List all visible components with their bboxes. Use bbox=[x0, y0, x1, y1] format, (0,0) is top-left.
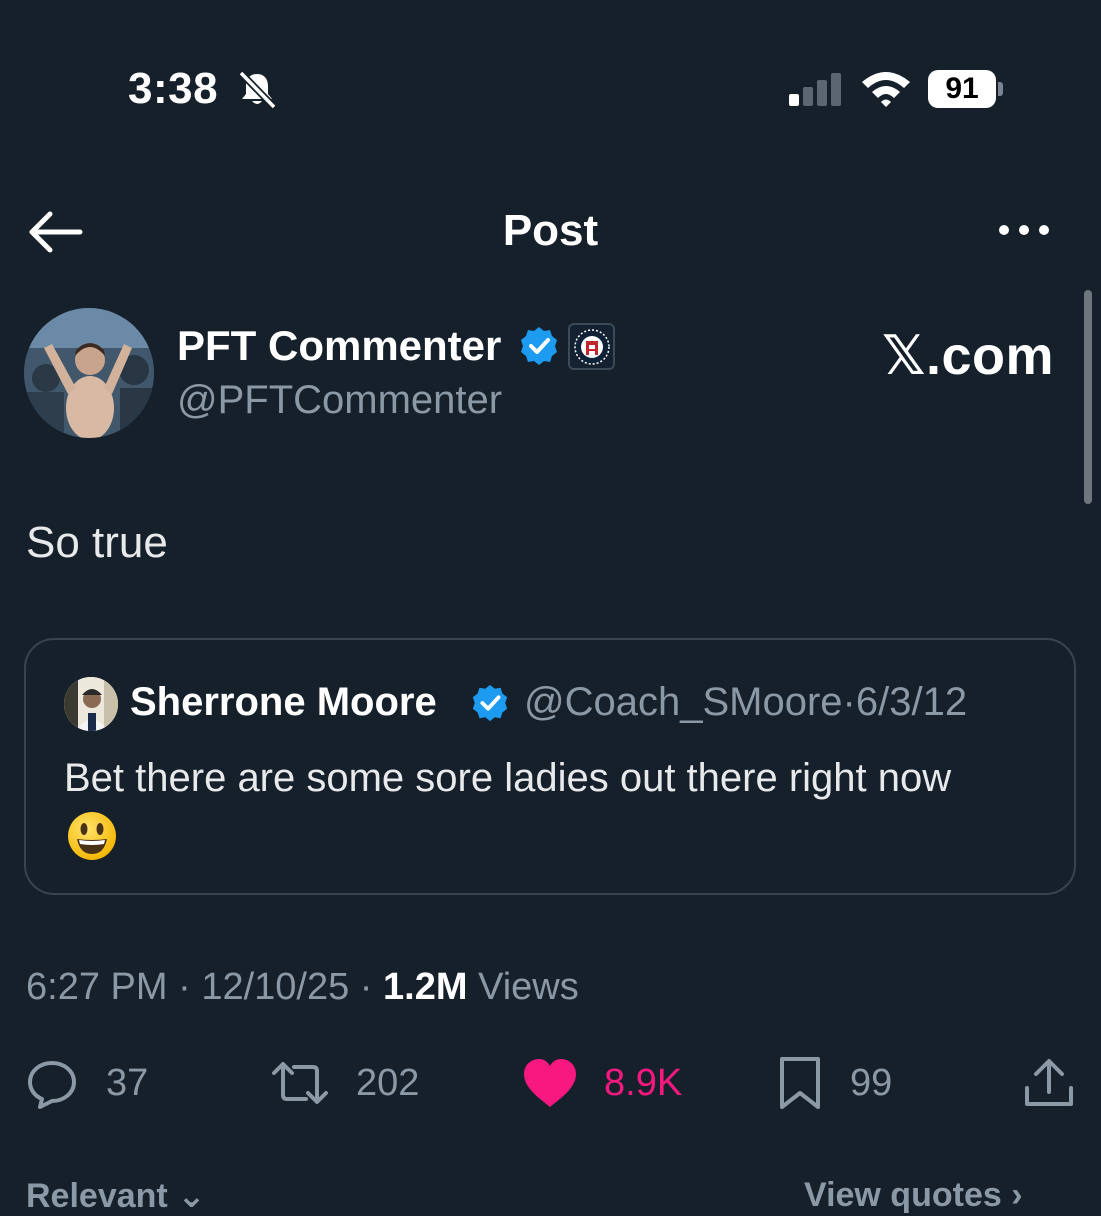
quote-separator: · bbox=[842, 680, 856, 724]
sort-label: Relevant bbox=[26, 1177, 168, 1215]
repost-button[interactable]: 202 bbox=[270, 1054, 419, 1112]
battery-indicator: 91 bbox=[928, 70, 1004, 108]
like-count: 8.9K bbox=[604, 1061, 683, 1104]
quote-meta: @Coach_SMoore·6/3/12 bbox=[524, 680, 967, 725]
barstool-logo-icon bbox=[573, 328, 610, 365]
post-metadata: 6:27 PM · 12/10/25 · 1.2M Views bbox=[26, 966, 579, 1009]
view-quotes-label: View quotes bbox=[804, 1176, 1002, 1214]
like-button[interactable]: 8.9K bbox=[522, 1054, 682, 1112]
post-text: So true bbox=[26, 518, 168, 567]
quote-date: 6/3/12 bbox=[855, 680, 968, 724]
meta-separator: · bbox=[178, 966, 191, 1008]
watermark: 𝕏.com bbox=[882, 326, 1055, 386]
share-icon[interactable] bbox=[1022, 1056, 1076, 1110]
view-quotes-link[interactable]: View quotes › bbox=[804, 1176, 1023, 1215]
page-title: Post bbox=[502, 206, 599, 255]
quote-author-avatar[interactable] bbox=[64, 677, 118, 731]
reply-count: 37 bbox=[106, 1061, 149, 1104]
views-label[interactable]: Views bbox=[478, 966, 579, 1008]
repost-icon bbox=[272, 1062, 328, 1104]
grinning-face-emoji-icon bbox=[68, 812, 116, 860]
reply-icon bbox=[28, 1061, 76, 1109]
affiliate-badge[interactable] bbox=[568, 323, 615, 370]
scrollbar[interactable] bbox=[1084, 290, 1092, 504]
meta-separator: · bbox=[359, 966, 373, 1008]
battery-tip bbox=[998, 82, 1003, 96]
signal-strength-icon bbox=[789, 73, 841, 106]
reply-button[interactable]: 37 bbox=[24, 1054, 148, 1112]
bookmark-button[interactable]: 99 bbox=[776, 1054, 892, 1112]
post-date: 12/10/25 bbox=[201, 966, 350, 1008]
bookmark-count: 99 bbox=[850, 1061, 893, 1104]
heart-icon bbox=[524, 1059, 576, 1107]
status-time: 3:38 bbox=[128, 64, 219, 113]
quote-author-name[interactable]: Sherrone Moore bbox=[130, 680, 437, 725]
battery-level: 91 bbox=[928, 70, 996, 108]
bell-off-icon bbox=[238, 70, 277, 110]
verified-badge-icon bbox=[521, 327, 557, 365]
wifi-icon bbox=[862, 72, 910, 107]
sort-replies-dropdown[interactable]: Relevant ⌄ bbox=[26, 1176, 206, 1216]
quote-author-handle[interactable]: @Coach_SMoore bbox=[524, 680, 843, 724]
repost-count: 202 bbox=[356, 1061, 420, 1104]
post-time: 6:27 PM bbox=[26, 966, 168, 1008]
chevron-down-icon: ⌄ bbox=[177, 1177, 206, 1215]
chevron-right-icon: › bbox=[1011, 1176, 1023, 1214]
author-name[interactable]: PFT Commenter bbox=[177, 322, 501, 370]
quote-avatar-photo bbox=[64, 677, 118, 731]
bookmark-icon bbox=[780, 1057, 820, 1109]
author-handle[interactable]: @PFTCommenter bbox=[177, 378, 502, 423]
author-avatar[interactable] bbox=[24, 308, 154, 438]
quote-text: Bet there are some sore ladies out there… bbox=[64, 756, 952, 800]
avatar-photo bbox=[24, 308, 154, 438]
more-options-icon[interactable] bbox=[992, 210, 1056, 250]
views-count: 1.2M bbox=[383, 966, 468, 1008]
quote-verified-badge-icon bbox=[472, 684, 508, 722]
